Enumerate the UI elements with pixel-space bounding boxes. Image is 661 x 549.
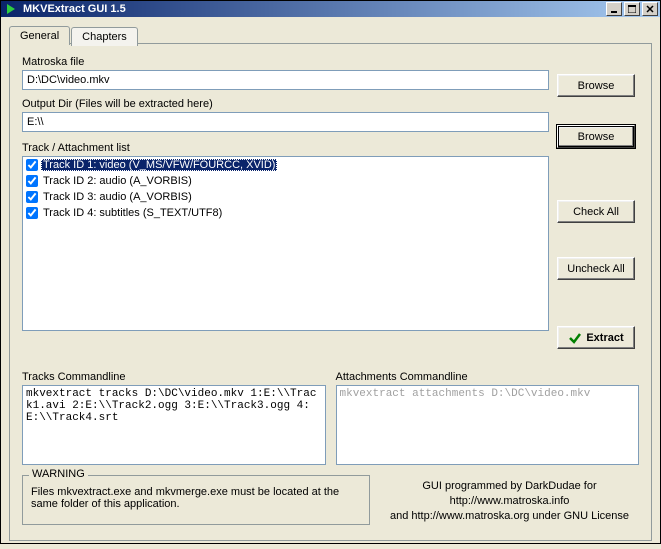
list-item[interactable]: Track ID 3: audio (A_VORBIS): [23, 189, 548, 205]
track-checkbox[interactable]: [26, 175, 38, 187]
window-title: MKVExtract GUI 1.5: [23, 3, 604, 15]
tab-chapters[interactable]: Chapters: [71, 27, 138, 46]
extract-button[interactable]: Extract: [557, 326, 635, 349]
output-dir-input[interactable]: [22, 112, 549, 132]
close-button[interactable]: [642, 2, 658, 16]
titlebar: MKVExtract GUI 1.5: [1, 1, 660, 17]
app-window: MKVExtract GUI 1.5 General Chapters Matr…: [0, 0, 661, 544]
credits-line1: GUI programmed by DarkDudae for http://w…: [422, 480, 596, 507]
maximize-button[interactable]: [624, 2, 640, 16]
attachments-cmd-box[interactable]: mkvextract attachments D:\DC\video.mkv: [336, 385, 640, 465]
attachments-cmd-label: Attachments Commandline: [336, 371, 640, 383]
minimize-button[interactable]: [606, 2, 622, 16]
app-icon: [3, 1, 19, 17]
track-checkbox[interactable]: [26, 159, 38, 171]
matroska-file-label: Matroska file: [22, 56, 549, 68]
tab-panel-general: Matroska file Output Dir (Files will be …: [9, 43, 652, 541]
matroska-file-input[interactable]: [22, 70, 549, 90]
track-label: Track ID 4: subtitles (S_TEXT/UTF8): [41, 207, 224, 219]
credits-text: GUI programmed by DarkDudae for http://w…: [380, 475, 639, 524]
track-list-label: Track / Attachment list: [22, 142, 549, 154]
list-item[interactable]: Track ID 1: video (V_MS/VFW/FOURCC, XVID…: [23, 157, 548, 173]
credits-line2: and http://www.matroska.org under GNU Li…: [390, 510, 629, 522]
track-checkbox[interactable]: [26, 191, 38, 203]
extract-label: Extract: [586, 332, 623, 344]
tracks-cmd-box[interactable]: mkvextract tracks D:\DC\video.mkv 1:E:\\…: [22, 385, 326, 465]
check-all-button[interactable]: Check All: [557, 200, 635, 223]
list-item[interactable]: Track ID 4: subtitles (S_TEXT/UTF8): [23, 205, 548, 221]
uncheck-all-button[interactable]: Uncheck All: [557, 257, 635, 280]
warning-box: WARNING Files mkvextract.exe and mkvmerg…: [22, 475, 370, 525]
browse-dir-button[interactable]: Browse: [557, 125, 635, 148]
output-dir-label: Output Dir (Files will be extracted here…: [22, 98, 549, 110]
tracks-cmd-label: Tracks Commandline: [22, 371, 326, 383]
track-checkbox[interactable]: [26, 207, 38, 219]
warning-text: Files mkvextract.exe and mkvmerge.exe mu…: [31, 486, 339, 510]
tab-bar: General Chapters: [9, 25, 652, 44]
track-list[interactable]: Track ID 1: video (V_MS/VFW/FOURCC, XVID…: [22, 156, 549, 331]
browse-file-button[interactable]: Browse: [557, 74, 635, 97]
check-icon: [568, 331, 582, 345]
warning-legend: WARNING: [29, 468, 88, 480]
track-label: Track ID 1: video (V_MS/VFW/FOURCC, XVID…: [41, 159, 277, 171]
track-label: Track ID 3: audio (A_VORBIS): [41, 191, 194, 203]
tab-general[interactable]: General: [9, 26, 70, 45]
list-item[interactable]: Track ID 2: audio (A_VORBIS): [23, 173, 548, 189]
client-area: General Chapters Matroska file Output Di…: [1, 17, 660, 549]
track-label: Track ID 2: audio (A_VORBIS): [41, 175, 194, 187]
